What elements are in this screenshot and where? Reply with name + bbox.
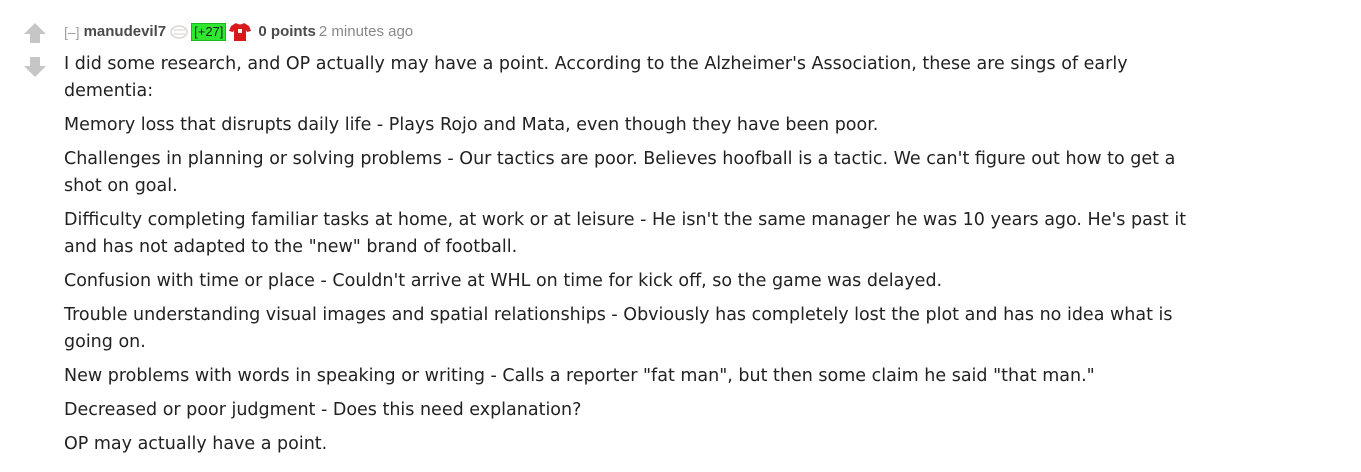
flair-icon: [169, 24, 189, 40]
arrow-up-icon[interactable]: [22, 22, 48, 44]
comment: [–] manudevil7 [+27] 0 points 2 minutes ag…: [0, 0, 1361, 472]
comment-paragraph: OP may actually have a point.: [64, 434, 328, 454]
author-link[interactable]: manudevil7: [84, 23, 167, 40]
comment-entry: [–] manudevil7 [+27] 0 points 2 minutes ag…: [64, 21, 1264, 465]
arrow-down-icon[interactable]: [22, 56, 48, 78]
comment-paragraph: New problems with words in speaking or w…: [64, 366, 1095, 386]
timestamp: 2 minutes ago: [318, 23, 414, 41]
comment-paragraph: Trouble understanding visual images and …: [64, 305, 1173, 352]
comment-paragraph: Challenges in planning or solving proble…: [64, 149, 1176, 196]
comment-paragraph: Decreased or poor judgment - Does this n…: [64, 400, 582, 420]
comment-paragraph: I did some research, and OP actually may…: [64, 54, 1128, 101]
karma-badge: [+27]: [191, 23, 227, 42]
comment-paragraph: Confusion with time or place - Couldn't …: [64, 271, 943, 291]
comment-paragraph: Memory loss that disrupts daily life - P…: [64, 115, 879, 135]
vote-column: [22, 22, 48, 78]
shirt-icon: [229, 22, 252, 42]
collapse-toggle[interactable]: [–]: [64, 24, 80, 40]
comment-paragraph: Difficulty completing familiar tasks at …: [64, 210, 1187, 257]
score: 0 points: [258, 23, 316, 41]
comment-tagline: [–] manudevil7 [+27] 0 points 2 minutes ag…: [64, 21, 1264, 43]
comment-body: I did some research, and OP actually may…: [64, 51, 1264, 458]
